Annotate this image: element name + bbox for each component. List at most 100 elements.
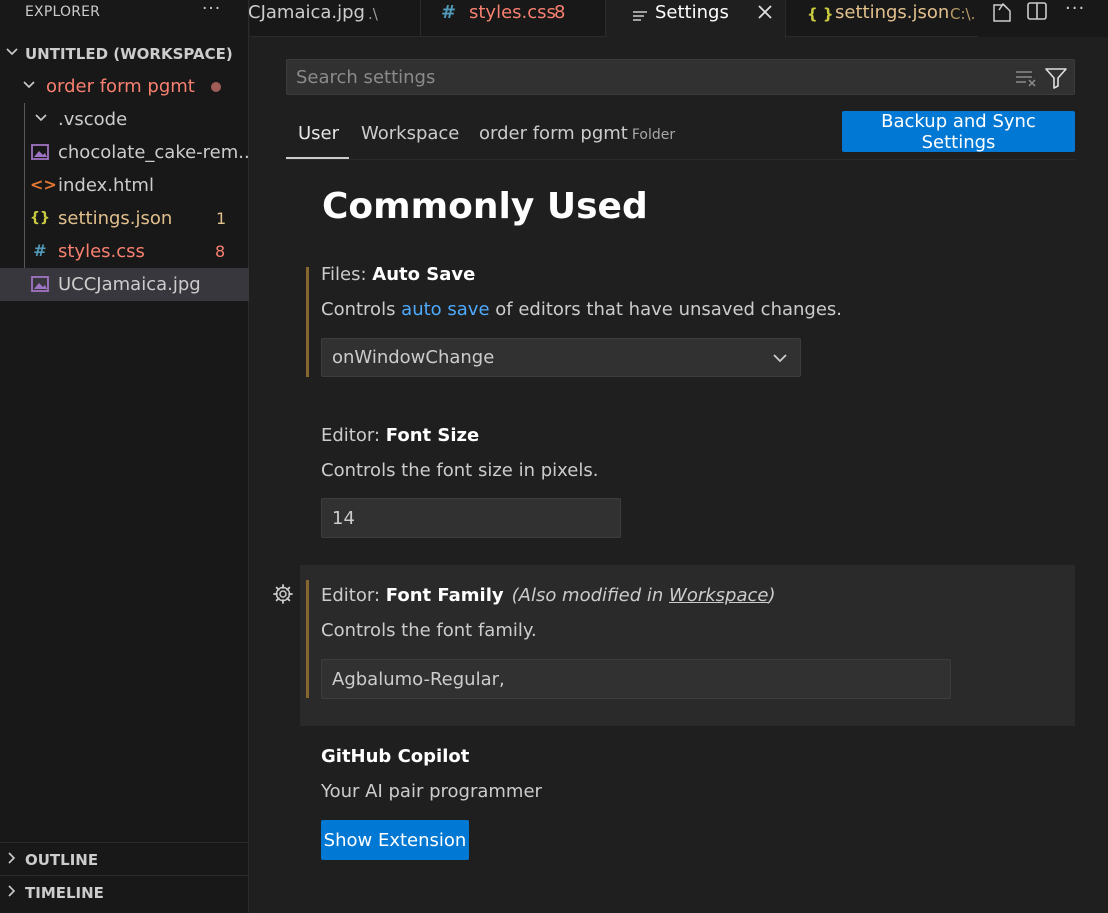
more-actions-icon[interactable]: ··· xyxy=(202,0,221,19)
setting-font-family: Editor: Font Family (Also modified in Wor… xyxy=(300,580,1075,700)
css-file-icon: # xyxy=(33,241,47,260)
desc-text: of editors that have unsaved changes. xyxy=(489,299,843,320)
tab-path: .\ xyxy=(368,5,378,23)
note-text: (Also modified in xyxy=(511,585,670,606)
chevron-right-icon xyxy=(8,885,16,897)
split-editor-icon[interactable] xyxy=(1026,1,1048,21)
settings-editor-icon xyxy=(633,11,647,21)
settings-editor: User Workspace order form pgmtFolder Bac… xyxy=(250,38,1108,913)
setting-name: Font Size xyxy=(385,425,480,446)
tree-item-index-html[interactable]: <> index.html xyxy=(0,169,249,202)
desc-text: Controls xyxy=(321,299,402,320)
tab-ucc-jamaica[interactable]: CJamaica.jpg .\ xyxy=(248,0,421,37)
tab-label: settings.json xyxy=(835,2,950,23)
setting-title: GitHub Copilot xyxy=(321,746,470,767)
folder-label: order form pgmt xyxy=(46,76,195,97)
outline-section-header[interactable]: OUTLINE xyxy=(0,842,249,875)
explorer-title: EXPLORER xyxy=(25,4,101,20)
modified-indicator xyxy=(306,267,309,377)
tab-folder[interactable]: order form pgmt Folder xyxy=(479,123,675,144)
html-file-icon: <> xyxy=(30,175,57,194)
tab-workspace[interactable]: Workspace xyxy=(361,123,459,144)
tree-item-label: settings.json xyxy=(58,208,173,229)
font-size-input[interactable]: 14 xyxy=(321,498,621,538)
filter-icon[interactable] xyxy=(1044,67,1068,89)
tab-settings[interactable]: Settings xyxy=(606,0,786,38)
chevron-down-icon xyxy=(773,354,787,363)
setting-github-copilot: GitHub Copilot Your AI pair programmer xyxy=(300,746,1075,826)
workspace-section-header[interactable]: UNTITLED (WORKSPACE) xyxy=(0,37,249,70)
tree-item-label: chocolate_cake-rem... xyxy=(58,142,256,163)
setting-description: Controls the font family. xyxy=(321,620,537,641)
tree-item-chocolate-cake[interactable]: chocolate_cake-rem... xyxy=(0,136,255,169)
auto-save-link[interactable]: auto save xyxy=(401,299,489,320)
setting-title: Editor: Font Family (Also modified in Wor… xyxy=(321,585,776,606)
close-icon[interactable] xyxy=(758,5,772,19)
css-file-icon: # xyxy=(441,2,457,23)
tree-item-uccjamaica[interactable]: UCCJamaica.jpg xyxy=(0,268,249,301)
json-file-icon: {} xyxy=(30,210,50,226)
explorer-sidebar: EXPLORER ··· UNTITLED (WORKSPACE) order … xyxy=(0,0,255,913)
json-file-icon: { } xyxy=(807,5,834,23)
tab-settings-json[interactable]: { } settings.json C:\. xyxy=(786,0,986,37)
tree-item-settings-json[interactable]: {} settings.json 1 xyxy=(0,202,249,235)
input-value: Agbalumo-Regular, xyxy=(332,669,505,690)
problem-count-badge: 8 xyxy=(215,242,226,261)
tree-item-vscode[interactable]: .vscode xyxy=(0,103,249,136)
tree-item-label: styles.css xyxy=(58,241,145,262)
chevron-right-icon xyxy=(8,852,16,864)
clear-filter-icon[interactable] xyxy=(1015,69,1037,87)
setting-description: Controls auto save of editors that have … xyxy=(321,299,842,320)
setting-category: Files: xyxy=(321,264,367,285)
tree-item-label: UCCJamaica.jpg xyxy=(58,274,201,295)
workspace-label: UNTITLED (WORKSPACE) xyxy=(25,45,233,63)
timeline-label: TIMELINE xyxy=(25,884,104,902)
setting-auto-save: Files: Auto Save Controls auto save of e… xyxy=(300,264,1075,379)
problem-count-badge: 1 xyxy=(216,209,227,228)
setting-font-size: Editor: Font Size Controls the font size… xyxy=(300,425,1075,540)
folder-tag: Folder xyxy=(631,127,676,143)
timeline-section-header[interactable]: TIMELINE xyxy=(0,875,249,908)
search-settings-box[interactable] xyxy=(286,59,1075,95)
tree-item-styles-css[interactable]: # styles.css 8 xyxy=(0,235,249,268)
chevron-down-icon xyxy=(23,81,35,89)
open-settings-json-icon[interactable] xyxy=(990,1,1014,23)
chevron-down-icon xyxy=(35,114,47,122)
auto-save-select[interactable]: onWindowChange xyxy=(321,338,801,377)
modified-elsewhere-note: (Also modified in Workspace) xyxy=(512,585,776,606)
tab-label: Settings xyxy=(655,2,729,23)
setting-category: Editor: xyxy=(321,425,381,446)
workspace-link[interactable]: Workspace xyxy=(669,585,768,606)
setting-title: Files: Auto Save xyxy=(321,264,475,285)
more-actions-icon[interactable]: ··· xyxy=(1065,0,1085,19)
tab-label: CJamaica.jpg xyxy=(248,2,365,23)
search-input[interactable] xyxy=(296,65,996,89)
select-value: onWindowChange xyxy=(332,347,495,368)
tab-user[interactable]: User xyxy=(298,123,339,144)
explorer-header: EXPLORER ··· xyxy=(0,0,249,26)
note-text: ) xyxy=(768,585,776,606)
image-file-icon xyxy=(31,144,49,160)
chevron-down-icon xyxy=(6,48,18,56)
tab-label: styles.css xyxy=(469,2,556,23)
tree-item-label: .vscode xyxy=(58,109,128,130)
setting-description: Your AI pair programmer xyxy=(321,781,542,802)
font-family-input[interactable]: Agbalumo-Regular, xyxy=(321,659,951,699)
editor-tab-bar: CJamaica.jpg .\ # styles.css 8 Settings … xyxy=(248,0,1108,38)
tab-styles-css[interactable]: # styles.css 8 xyxy=(421,0,606,37)
outline-label: OUTLINE xyxy=(25,851,99,869)
active-tab-underline xyxy=(286,157,349,159)
tab-badge: 8 xyxy=(554,2,566,23)
image-file-icon xyxy=(31,276,49,292)
section-title: Commonly Used xyxy=(322,186,648,227)
folder-scope-label: order form pgmt xyxy=(479,123,628,144)
gear-icon[interactable] xyxy=(272,583,294,605)
tree-item-label: index.html xyxy=(58,175,154,196)
modified-indicator xyxy=(306,580,309,698)
setting-title: Editor: Font Size xyxy=(321,425,479,446)
modified-dot-icon xyxy=(211,82,221,92)
backup-sync-button[interactable]: Backup and Sync Settings xyxy=(842,111,1075,153)
input-value: 14 xyxy=(332,508,355,529)
setting-name: Auto Save xyxy=(372,264,476,285)
show-extension-button[interactable]: Show Extension xyxy=(321,820,469,860)
